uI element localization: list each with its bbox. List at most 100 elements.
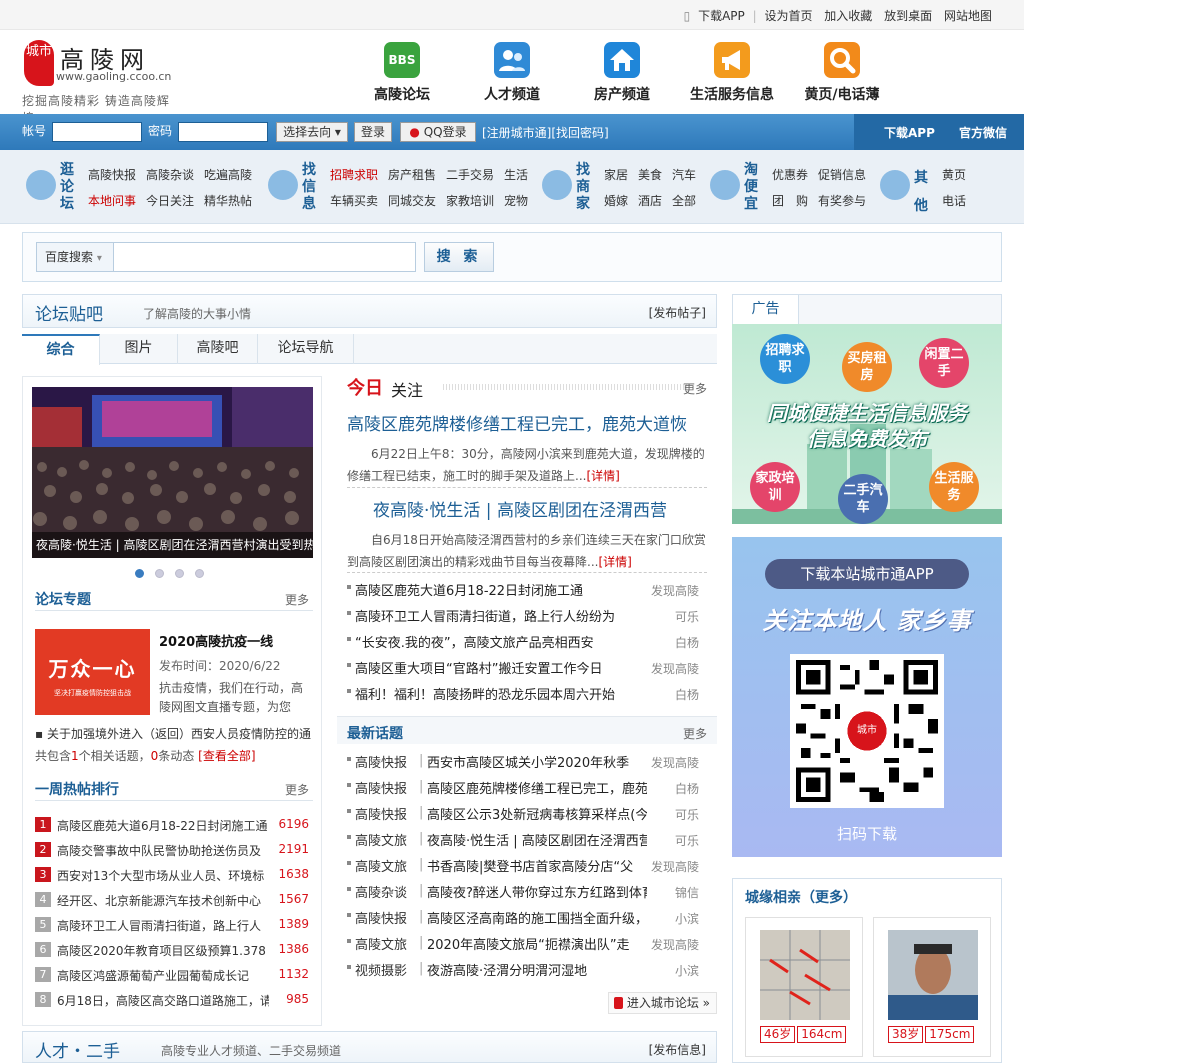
nav-talent[interactable]: 人才频道 [457, 42, 567, 104]
list-item[interactable]: 高陵文旅 | 2020年高陵文旅局“扼襟演出队”走 发现高陵 [347, 932, 709, 958]
category-link[interactable]: 高陵杂谈 [146, 168, 194, 182]
more-link[interactable]: 更多 [683, 380, 707, 397]
profile-card[interactable]: 46岁 164cm [745, 917, 863, 1057]
details-link[interactable]: [详情] [586, 469, 619, 483]
qq-login-button[interactable]: ● QQ登录 [400, 122, 476, 142]
list-item[interactable]: 视频摄影 | 夜游高陵·泾渭分明渭河湿地 小滨 [347, 958, 709, 984]
category-link[interactable]: 高陵快报 [88, 168, 136, 182]
category-link[interactable]: 今日关注 [146, 194, 194, 208]
qr-code[interactable]: 城市 [790, 654, 944, 808]
wechat-button[interactable]: 官方微信 [959, 124, 1007, 141]
lead-headline[interactable]: 夜高陵·悦生活 | 高陵区剧团在泾渭西营 [347, 496, 709, 521]
topic-related-link[interactable]: ▪ 关于加强境外进入（返回）西安人员疫情防控的通 [35, 725, 315, 742]
tab-gaoling-bar[interactable]: 高陵吧 [178, 334, 258, 364]
nav-yellowpage[interactable]: 黄页/电话薄 [787, 42, 897, 104]
topic-headline[interactable]: 2020高陵抗疫一线 [159, 631, 273, 650]
slide-dot[interactable] [155, 569, 164, 578]
search-input[interactable] [114, 242, 416, 272]
search-engine-select[interactable]: 百度搜索 ▾ [36, 242, 114, 272]
nav-forum[interactable]: BBS 高陵论坛 [347, 42, 457, 104]
category-link[interactable]: 家教培训 [446, 194, 494, 208]
category-link[interactable]: 车辆买卖 [330, 194, 378, 208]
download-app-link[interactable]: 下载APP [698, 9, 745, 23]
profile-card[interactable]: 38岁 175cm [873, 917, 991, 1057]
details-link[interactable]: [详情] [598, 555, 631, 569]
list-item[interactable]: 高陵环卫工人冒雨清扫街道，路上行人纷纷为 可乐 [347, 604, 709, 630]
view-all-link[interactable]: [查看全部] [198, 749, 255, 763]
list-item[interactable]: 8 6月18日，高陵区高交路口道路施工，请 985 [35, 988, 315, 1013]
slide-dot[interactable] [175, 569, 184, 578]
nav-life-service[interactable]: 生活服务信息 [677, 42, 787, 104]
add-favorite-link[interactable]: 加入收藏 [824, 9, 872, 23]
list-item[interactable]: 高陵文旅 | 夜高陵·悦生活 | 高陵区剧团在泾渭西营 可乐 [347, 828, 709, 854]
category-link[interactable]: 生活 [504, 168, 528, 182]
category-link[interactable]: 促销信息 [818, 168, 866, 182]
site-logo[interactable]: 城市 高陵网 www.gaoling.ccoo.cn 挖掘高陵精彩 铸造高陵辉煌 [22, 38, 182, 125]
find-password-link[interactable]: [找回密码] [551, 126, 608, 140]
category-link[interactable]: 房产租售 [388, 168, 436, 182]
register-link[interactable]: [注册城市通] [482, 126, 551, 140]
category-link[interactable]: 有奖参与 [818, 194, 866, 208]
list-item[interactable]: 高陵快报 | 高陵区鹿苑牌楼修缮工程已完工，鹿苑 白杨 [347, 776, 709, 802]
slide-dot[interactable] [135, 569, 144, 578]
list-item[interactable]: 高陵快报 | 高陵区泾高南路的施工围挡全面升级， 小滨 [347, 906, 709, 932]
download-app-button[interactable]: 下载APP [884, 124, 935, 141]
more-link[interactable]: 更多 [285, 591, 309, 608]
post-info-link[interactable]: [发布信息] [649, 1041, 706, 1058]
list-item[interactable]: 3 西安对13个大型市场从业人员、环境标 1638 [35, 863, 315, 888]
set-homepage-link[interactable]: 设为首页 [764, 9, 812, 23]
list-item[interactable]: 6 高陵区2020年教育项目区级预算1.378 1386 [35, 938, 315, 963]
category-link[interactable]: 汽车 [672, 168, 696, 182]
list-item[interactable]: 高陵杂谈 | 高陵夜?醉迷人带你穿过东方红路到体育 锦信 [347, 880, 709, 906]
sitemap-link[interactable]: 网站地图 [944, 9, 992, 23]
save-desktop-link[interactable]: 放到桌面 [884, 9, 932, 23]
topic-image[interactable]: 万众一心 坚决打赢疫情防控狙击战 [35, 629, 150, 715]
tab-pictures[interactable]: 图片 [100, 334, 178, 364]
category-link[interactable]: 二手交易 [446, 168, 494, 182]
destination-select[interactable]: 选择去向 ▾ [276, 122, 348, 142]
list-item[interactable]: 高陵文旅 | 书香高陵|樊登书店首家高陵分店“父 发现高陵 [347, 854, 709, 880]
category-link[interactable]: 吃遍高陵 [204, 168, 252, 182]
nav-house[interactable]: 房产频道 [567, 42, 677, 104]
list-item[interactable]: 高陵快报 | 高陵区公示3处新冠病毒核算采样点(今) 可乐 [347, 802, 709, 828]
category-link[interactable]: 宠物 [504, 194, 528, 208]
list-item[interactable]: “长安夜.我的夜”，高陵文旅产品亮相西安 白杨 [347, 630, 709, 656]
tab-forum-nav[interactable]: 论坛导航 [258, 334, 354, 364]
list-item[interactable]: 7 高陵区鸿盛源葡萄产业园葡萄成长记 1132 [35, 963, 315, 988]
list-item[interactable]: 高陵快报 | 西安市高陵区城关小学2020年秋季 发现高陵 [347, 750, 709, 776]
category-link[interactable]: 招聘求职 [330, 168, 378, 182]
slideshow[interactable]: 夜高陵·悦生活 | 高陵区剧团在泾渭西营村演出受到热 [32, 387, 313, 558]
category-link[interactable]: 本地问事 [88, 194, 136, 208]
more-link[interactable]: 更多 [285, 781, 309, 798]
more-link[interactable]: 更多 [683, 725, 707, 742]
category-link[interactable]: 黄页 [942, 168, 966, 182]
lead-headline[interactable]: 高陵区鹿苑牌楼修缮工程已完工，鹿苑大道恢 [347, 410, 709, 435]
list-item[interactable]: 2 高陵交警事故中队民警协助抢送伤员及 2191 [35, 838, 315, 863]
tab-general[interactable]: 综合 [22, 334, 100, 365]
category-link[interactable]: 全部 [672, 194, 696, 208]
post-thread-link[interactable]: [发布帖子] [649, 304, 706, 321]
category-link[interactable]: 精华热帖 [204, 194, 252, 208]
list-item[interactable]: 5 高陵环卫工人冒雨清扫街道，路上行人 1389 [35, 913, 315, 938]
category-link[interactable]: 家居 [604, 168, 628, 182]
ad-banner-life-service[interactable]: 招聘求职 买房租房 闲置二手 同城便捷生活信息服务 信息免费发布 家政培训 二手汽… [732, 324, 1002, 524]
ad-banner-download-app[interactable]: 下载本站城市通APP 关注本地人 家乡事 城市 扫码下载 [732, 537, 1002, 857]
category-link[interactable]: 团 购 [772, 194, 808, 208]
enter-forum-button[interactable]: 进入城市论坛 » [607, 992, 717, 1014]
category-link[interactable]: 同城交友 [388, 194, 436, 208]
list-item[interactable]: 4 经开区、北京新能源汽车技术创新中心 1567 [35, 888, 315, 913]
category-link[interactable]: 婚嫁 [604, 194, 628, 208]
login-button[interactable]: 登录 [354, 122, 392, 142]
category-link[interactable]: 优惠券 [772, 168, 808, 182]
list-item[interactable]: 高陵区鹿苑大道6月18-22日封闭施工通 发现高陵 [347, 578, 709, 604]
search-button[interactable]: 搜 索 [424, 242, 494, 272]
slide-caption[interactable]: 夜高陵·悦生活 | 高陵区剧团在泾渭西营村演出受到热 [32, 532, 313, 558]
category-link[interactable]: 酒店 [638, 194, 662, 208]
account-input[interactable] [52, 122, 142, 142]
category-link[interactable]: 美食 [638, 168, 662, 182]
category-link[interactable]: 电话 [942, 194, 966, 208]
list-item[interactable]: 高陵区重大项目“官路村”搬迁安置工作今日 发现高陵 [347, 656, 709, 682]
dating-title[interactable]: 城缘相亲（更多） [745, 887, 857, 907]
list-item[interactable]: 福利！福利！高陵扬畔的恐龙乐园本周六开始 白杨 [347, 682, 709, 708]
list-item[interactable]: 1 高陵区鹿苑大道6月18-22日封闭施工通 6196 [35, 813, 315, 838]
